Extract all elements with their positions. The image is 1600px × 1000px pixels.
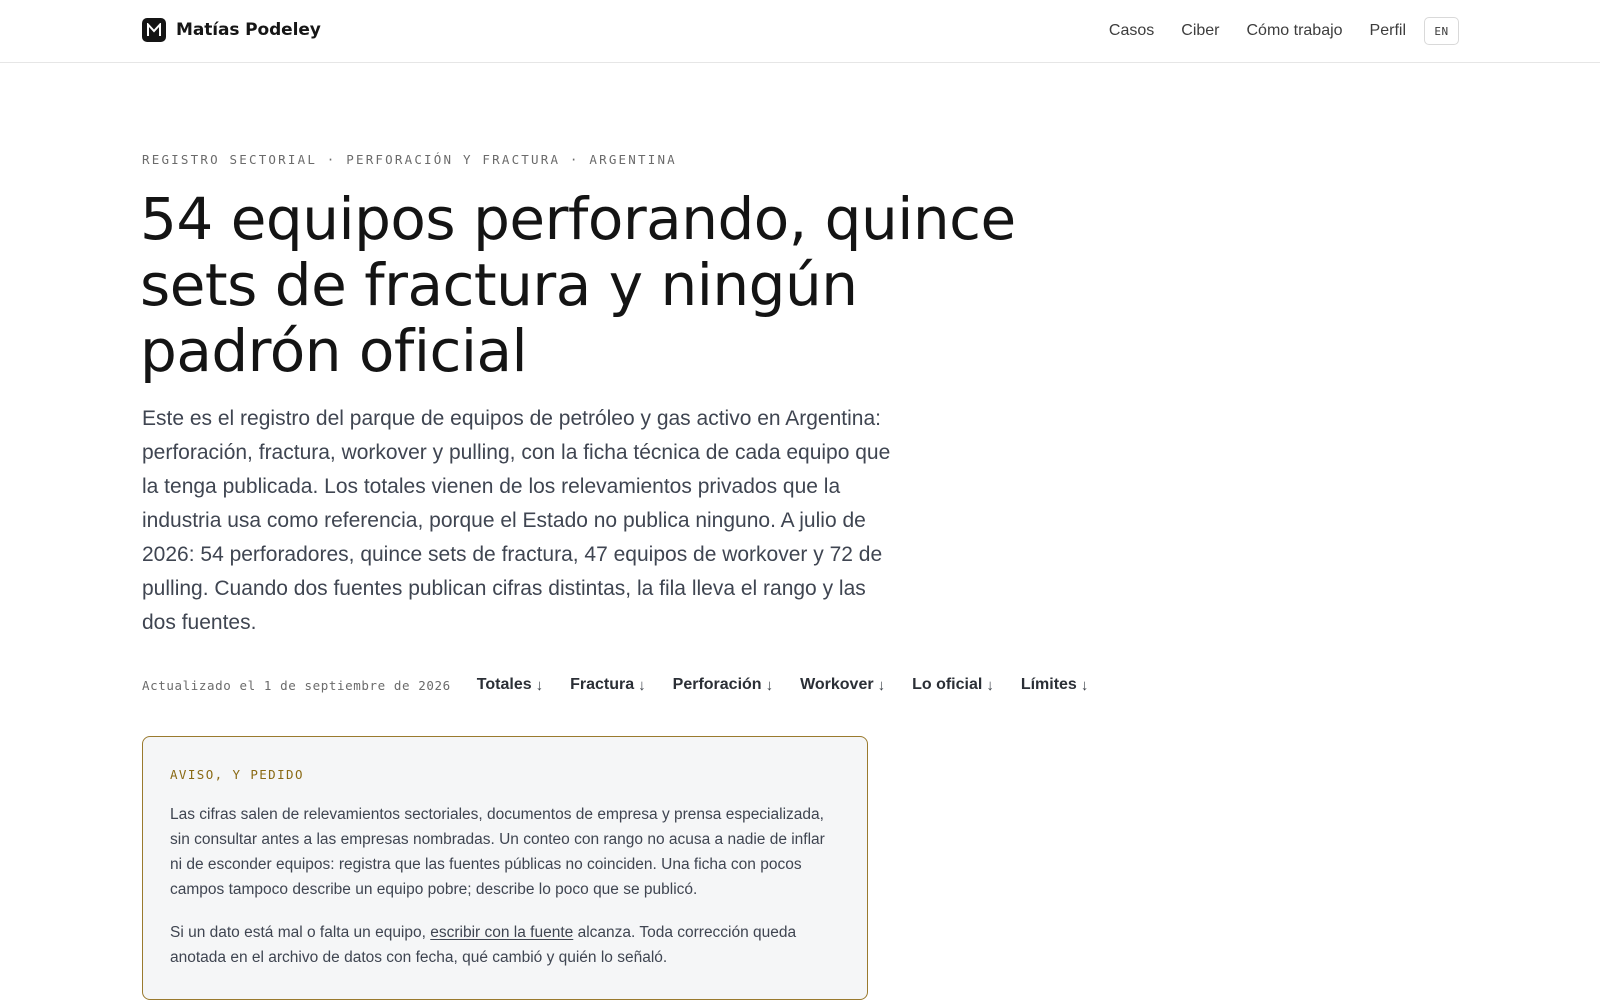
notice-label: AVISO, Y PEDIDO [170,767,304,782]
nav-link-como-trabajo[interactable]: Cómo trabajo [1247,17,1343,45]
jump-link-label: Lo oficial [912,676,983,693]
site-header: Matías Podeley Casos Ciber Cómo trabajo … [0,0,1600,63]
jump-link-perforacion[interactable]: Perforación ↓ [673,676,773,694]
nav-link-casos[interactable]: Casos [1109,17,1154,45]
section-eyebrow: REGISTRO SECTORIAL · PERFORACIÓN Y FRACT… [142,152,677,167]
jump-link-label: Fractura [570,676,635,693]
jump-link-fractura[interactable]: Fractura ↓ [570,676,646,694]
contact-source-link[interactable]: escribir con la fuente [430,924,573,941]
arrow-down-icon: ↓ [986,676,994,694]
jump-link-label: Totales [476,676,532,693]
jump-link-label: Límites [1020,676,1077,693]
jump-link-limites[interactable]: Límites ↓ [1021,676,1089,694]
nav-link-ciber[interactable]: Ciber [1181,17,1219,45]
arrow-down-icon: ↓ [1080,676,1089,694]
arrow-down-icon: ↓ [765,676,774,694]
notice-box: AVISO, Y PEDIDO Las cifras salen de rele… [142,736,868,1000]
brand-name: Matías Podeley [176,20,321,40]
jump-link-label: Workover [800,676,874,693]
jump-link-workover[interactable]: Workover ↓ [800,676,885,694]
arrow-down-icon: ↓ [535,676,544,694]
jump-link-label: Perforación [672,676,762,693]
main-nav: Casos Ciber Cómo trabajo Perfil EN [1109,17,1459,45]
m-logo-icon [142,18,166,42]
jump-link-totales[interactable]: Totales ↓ [477,676,543,694]
notice-paragraph-correction: Si un dato está mal o falta un equipo, e… [170,920,832,970]
intro-paragraph: Este es el registro del parque de equipo… [142,407,891,634]
nav-link-perfil[interactable]: Perfil [1370,17,1406,45]
brand-home-link[interactable]: Matías Podeley [142,18,321,42]
arrow-down-icon: ↓ [638,676,646,694]
arrow-down-icon: ↓ [877,676,886,694]
language-toggle-button[interactable]: EN [1424,17,1459,45]
meta-row: Actualizado el 1 de septiembre de 2026 T… [142,676,1115,694]
last-updated: Actualizado el 1 de septiembre de 2026 [142,677,451,693]
notice-text: Si un dato está mal o falta un equipo, [170,924,431,941]
jump-link-lo-oficial[interactable]: Lo oficial ↓ [912,676,994,694]
page-title: 54 equipos perforando, quince sets de fr… [140,185,1016,385]
notice-paragraph: Las cifras salen de relevamientos sector… [170,806,825,898]
